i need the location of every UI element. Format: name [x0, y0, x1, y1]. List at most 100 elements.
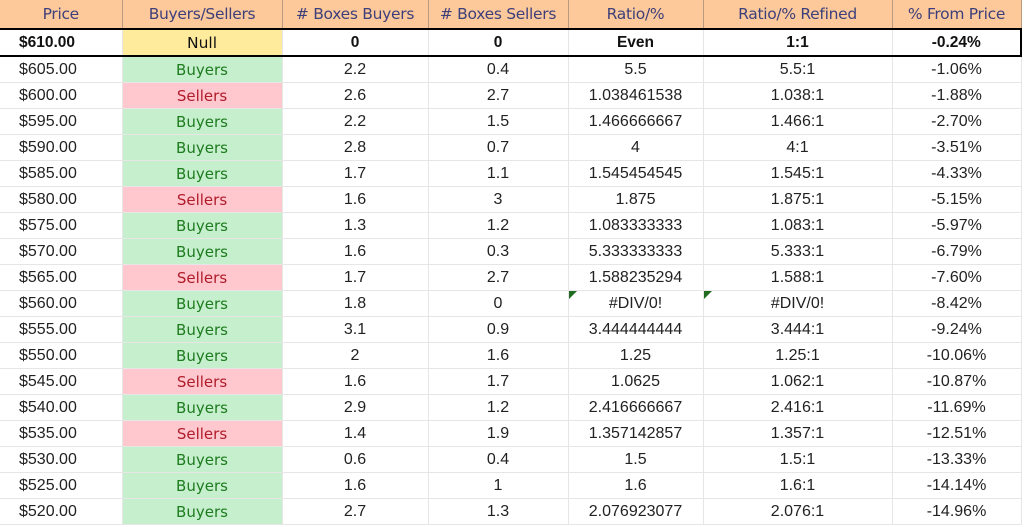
boxes-buyers-cell[interactable]: 3.1	[282, 316, 429, 343]
ratio-cell[interactable]: 1.5	[568, 446, 704, 473]
boxes-sellers-cell[interactable]: 0	[428, 290, 569, 317]
side-cell[interactable]: Buyers	[122, 342, 283, 369]
ratio-cell[interactable]: 5.5	[568, 56, 704, 83]
side-cell[interactable]: Sellers	[122, 186, 283, 213]
header-buyers-sellers[interactable]: Buyers/Sellers	[122, 0, 283, 30]
error-indicator-icon[interactable]	[568, 291, 577, 299]
pct-from-price-cell[interactable]: -9.24%	[892, 316, 1022, 343]
header-boxes-buyers[interactable]: # Boxes Buyers	[282, 0, 429, 30]
boxes-buyers-cell[interactable]: 0.6	[282, 446, 429, 473]
ratio-refined-cell[interactable]: 1.545:1	[703, 160, 893, 187]
boxes-buyers-cell[interactable]: 1.7	[282, 264, 429, 291]
ratio-cell[interactable]: 1.6	[568, 472, 704, 499]
ratio-cell[interactable]: Even	[568, 28, 704, 57]
price-cell[interactable]: $590.00	[0, 134, 123, 161]
ratio-cell[interactable]: 1.357142857	[568, 420, 704, 447]
ratio-cell[interactable]: 1.083333333	[568, 212, 704, 239]
price-cell[interactable]: $520.00	[0, 498, 123, 525]
boxes-buyers-cell[interactable]: 1.6	[282, 186, 429, 213]
ratio-refined-cell[interactable]: 1.875:1	[703, 186, 893, 213]
side-cell-null[interactable]: Null	[122, 28, 283, 57]
price-cell[interactable]: $585.00	[0, 160, 123, 187]
ratio-cell[interactable]: 1.038461538	[568, 82, 704, 109]
price-cell[interactable]: $595.00	[0, 108, 123, 135]
side-cell[interactable]: Buyers	[122, 316, 283, 343]
ratio-refined-cell[interactable]: 4:1	[703, 134, 893, 161]
side-cell[interactable]: Sellers	[122, 368, 283, 395]
pct-from-price-cell[interactable]: -11.69%	[892, 394, 1022, 421]
pct-from-price-cell[interactable]: -1.88%	[892, 82, 1022, 109]
boxes-sellers-cell[interactable]: 1.7	[428, 368, 569, 395]
boxes-buyers-cell[interactable]: 2.2	[282, 56, 429, 83]
boxes-buyers-cell[interactable]: 1.4	[282, 420, 429, 447]
boxes-sellers-cell[interactable]: 0.4	[428, 446, 569, 473]
pct-from-price-cell[interactable]: -12.51%	[892, 420, 1022, 447]
side-cell[interactable]: Buyers	[122, 56, 283, 83]
ratio-refined-cell[interactable]: 1.25:1	[703, 342, 893, 369]
price-cell[interactable]: $555.00	[0, 316, 123, 343]
pct-from-price-cell[interactable]: -5.97%	[892, 212, 1022, 239]
boxes-buyers-cell[interactable]: 2.2	[282, 108, 429, 135]
ratio-cell[interactable]: 1.0625	[568, 368, 704, 395]
price-cell[interactable]: $570.00	[0, 238, 123, 265]
pct-from-price-cell[interactable]: -6.79%	[892, 238, 1022, 265]
boxes-sellers-cell[interactable]: 0.9	[428, 316, 569, 343]
ratio-cell[interactable]: 1.25	[568, 342, 704, 369]
boxes-buyers-cell[interactable]: 2.9	[282, 394, 429, 421]
ratio-refined-cell[interactable]: 2.076:1	[703, 498, 893, 525]
ratio-cell[interactable]: #DIV/0!	[568, 290, 704, 317]
boxes-buyers-cell[interactable]: 0	[282, 28, 429, 57]
side-cell[interactable]: Buyers	[122, 498, 283, 525]
side-cell[interactable]: Sellers	[122, 420, 283, 447]
ratio-refined-cell[interactable]: 1:1	[703, 28, 893, 57]
side-cell[interactable]: Buyers	[122, 212, 283, 239]
pct-from-price-cell[interactable]: -10.87%	[892, 368, 1022, 395]
ratio-refined-cell[interactable]: 1.038:1	[703, 82, 893, 109]
pct-from-price-cell[interactable]: -13.33%	[892, 446, 1022, 473]
price-cell[interactable]: $600.00	[0, 82, 123, 109]
pct-from-price-cell[interactable]: -10.06%	[892, 342, 1022, 369]
side-cell[interactable]: Sellers	[122, 264, 283, 291]
ratio-cell[interactable]: 1.466666667	[568, 108, 704, 135]
side-cell[interactable]: Buyers	[122, 108, 283, 135]
boxes-sellers-cell[interactable]: 1.1	[428, 160, 569, 187]
boxes-buyers-cell[interactable]: 1.6	[282, 472, 429, 499]
side-cell[interactable]: Buyers	[122, 160, 283, 187]
price-cell[interactable]: $530.00	[0, 446, 123, 473]
price-cell[interactable]: $540.00	[0, 394, 123, 421]
ratio-refined-cell[interactable]: #DIV/0!	[703, 290, 893, 317]
boxes-sellers-cell[interactable]: 1.2	[428, 212, 569, 239]
ratio-cell[interactable]: 1.545454545	[568, 160, 704, 187]
side-cell[interactable]: Buyers	[122, 290, 283, 317]
ratio-refined-cell[interactable]: 1.588:1	[703, 264, 893, 291]
ratio-cell[interactable]: 2.076923077	[568, 498, 704, 525]
side-cell[interactable]: Sellers	[122, 82, 283, 109]
ratio-refined-cell[interactable]: 3.444:1	[703, 316, 893, 343]
boxes-sellers-cell[interactable]: 0.7	[428, 134, 569, 161]
boxes-buyers-cell[interactable]: 2.6	[282, 82, 429, 109]
side-cell[interactable]: Buyers	[122, 238, 283, 265]
ratio-refined-cell[interactable]: 1.083:1	[703, 212, 893, 239]
side-cell[interactable]: Buyers	[122, 134, 283, 161]
boxes-buyers-cell[interactable]: 2.7	[282, 498, 429, 525]
side-cell[interactable]: Buyers	[122, 472, 283, 499]
pct-from-price-cell[interactable]: -14.96%	[892, 498, 1022, 525]
boxes-sellers-cell[interactable]: 3	[428, 186, 569, 213]
header-pct-from-price[interactable]: % From Price	[892, 0, 1022, 30]
boxes-buyers-cell[interactable]: 1.8	[282, 290, 429, 317]
boxes-sellers-cell[interactable]: 2.7	[428, 264, 569, 291]
price-cell[interactable]: $525.00	[0, 472, 123, 499]
boxes-sellers-cell[interactable]: 1.5	[428, 108, 569, 135]
boxes-sellers-cell[interactable]: 1.9	[428, 420, 569, 447]
ratio-refined-cell[interactable]: 5.333:1	[703, 238, 893, 265]
ratio-refined-cell[interactable]: 1.466:1	[703, 108, 893, 135]
pct-from-price-cell[interactable]: -2.70%	[892, 108, 1022, 135]
pct-from-price-cell[interactable]: -14.14%	[892, 472, 1022, 499]
price-cell[interactable]: $580.00	[0, 186, 123, 213]
price-cell[interactable]: $535.00	[0, 420, 123, 447]
boxes-sellers-cell[interactable]: 1.6	[428, 342, 569, 369]
side-cell[interactable]: Buyers	[122, 394, 283, 421]
boxes-buyers-cell[interactable]: 1.3	[282, 212, 429, 239]
pct-from-price-cell[interactable]: -3.51%	[892, 134, 1022, 161]
pct-from-price-cell[interactable]: -5.15%	[892, 186, 1022, 213]
